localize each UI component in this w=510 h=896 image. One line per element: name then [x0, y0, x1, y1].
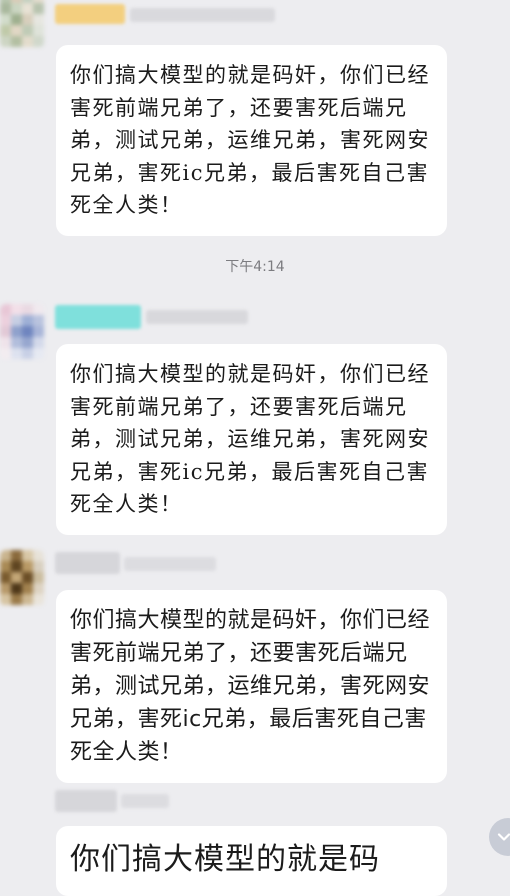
avatar[interactable] — [0, 0, 44, 48]
message-text: 你们搞大模型的就是码奸，你们已经害死前端兄弟了，还要害死后端兄弟，测试兄弟，运维… — [70, 608, 431, 765]
chevron-down-icon — [497, 833, 510, 841]
message-text: 你们搞大模型的就是码 — [70, 842, 380, 877]
sender-name-redacted — [124, 557, 216, 571]
sender-name-redacted — [121, 794, 169, 808]
sender-name-redacted — [55, 4, 125, 24]
sender-name-redacted — [130, 8, 275, 22]
message-bubble[interactable]: 你们搞大模型的就是码奸，你们已经害死前端兄弟了，还要害死后端兄弟，测试兄弟，运维… — [56, 344, 447, 535]
message-text: 你们搞大模型的就是码奸，你们已经害死前端兄弟了，还要害死后端兄弟，测试兄弟，运维… — [70, 63, 430, 217]
sender-name-redacted — [146, 310, 248, 324]
avatar[interactable] — [0, 304, 44, 360]
message-bubble[interactable]: 你们搞大模型的就是码奸，你们已经害死前端兄弟了，还要害死后端兄弟，测试兄弟，运维… — [56, 590, 447, 783]
sender-name-redacted — [55, 552, 120, 574]
message-timestamp: 下午4:14 — [225, 259, 285, 275]
sender-name-redacted — [55, 305, 141, 329]
message-bubble[interactable]: 你们搞大模型的就是码 — [56, 826, 447, 896]
message-text: 你们搞大模型的就是码奸，你们已经害死前端兄弟了，还要害死后端兄弟，测试兄弟，运维… — [70, 362, 430, 516]
message-bubble[interactable]: 你们搞大模型的就是码奸，你们已经害死前端兄弟了，还要害死后端兄弟，测试兄弟，运维… — [56, 45, 447, 236]
sender-name-redacted — [55, 790, 117, 812]
scroll-down-button[interactable] — [489, 818, 510, 856]
avatar[interactable] — [0, 550, 44, 606]
